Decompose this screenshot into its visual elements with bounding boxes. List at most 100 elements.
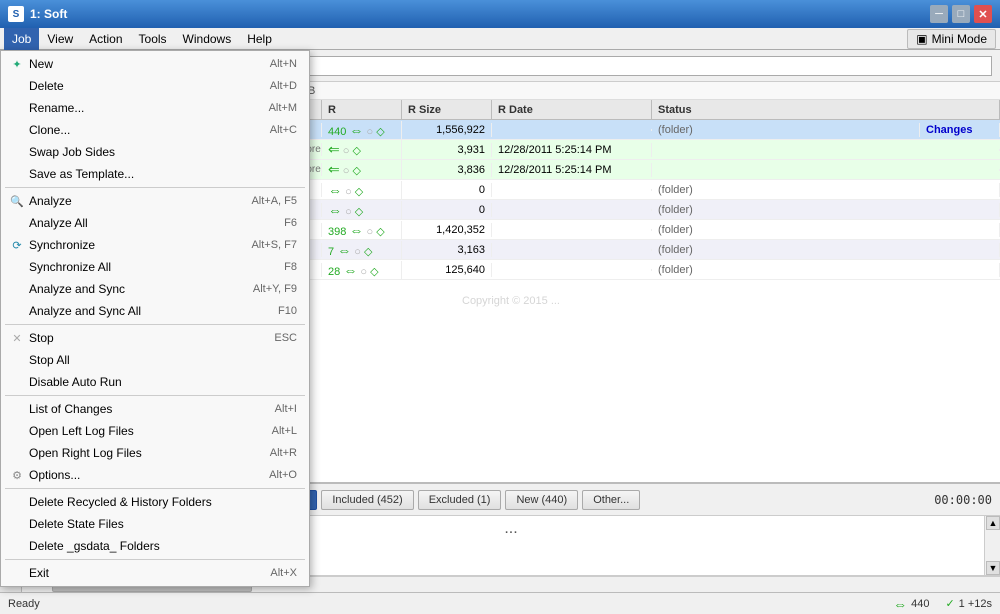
menu-delete[interactable]: Delete Alt+D [1, 75, 309, 97]
status-bar: Ready ⇔ 440 ✓ 1 +12s [0, 592, 1000, 614]
cell-r-date [492, 209, 652, 211]
cell-r-date: 12/28/2011 5:25:14 PM [492, 143, 652, 157]
menu-clone[interactable]: Clone... Alt+C [1, 119, 309, 141]
cell-status: (folder) [652, 203, 1000, 217]
title-bar-left: S 1: Soft [8, 6, 67, 22]
separator-2 [5, 324, 305, 325]
menu-open-right-log[interactable]: Open Right Log Files Alt+R [1, 442, 309, 464]
separator-5 [5, 559, 305, 560]
cell-indicators: ⇐ ○ ◇ [322, 140, 402, 159]
menu-analyze-all[interactable]: Analyze All F6 [1, 212, 309, 234]
checkmark-icon: ✓ [945, 597, 954, 610]
menu-rename[interactable]: Rename... Alt+M [1, 97, 309, 119]
header-status: Status [652, 100, 1000, 119]
cell-r-size: 3,931 [402, 143, 492, 157]
menu-synchronize-all[interactable]: Synchronize All F8 [1, 256, 309, 278]
mini-mode-icon: ▣ [916, 32, 927, 46]
menu-open-left-log[interactable]: Open Left Log Files Alt+L [1, 420, 309, 442]
menu-new[interactable]: ✦ New Alt+N [1, 53, 309, 75]
cell-r-size: 3,836 [402, 163, 492, 177]
scroll-down-button[interactable]: ▼ [986, 561, 1000, 575]
status-right: ⇔ 440 ✓ 1 +12s [893, 596, 992, 612]
cell-status: (folder) [652, 183, 1000, 197]
menu-analyze-sync[interactable]: Analyze and Sync Alt+Y, F9 [1, 278, 309, 300]
cell-status: Changes [920, 123, 1000, 137]
cell-r-date [492, 269, 652, 271]
sync-icon: ⟳ [9, 237, 25, 253]
header-r: R [322, 100, 402, 119]
cell-r-size: 1,420,352 [402, 223, 492, 237]
status-ready: Ready [8, 598, 40, 610]
menu-disable-auto-run[interactable]: Disable Auto Run [1, 371, 309, 393]
menu-delete-gsdata[interactable]: Delete _gsdata_ Folders [1, 535, 309, 557]
menu-delete-state[interactable]: Delete State Files [1, 513, 309, 535]
cell-status: (folder) [652, 263, 1000, 277]
menu-help[interactable]: Help [239, 28, 280, 50]
menu-tools[interactable]: Tools [131, 28, 175, 50]
menu-exit[interactable]: Exit Alt+X [1, 562, 309, 584]
menu-action[interactable]: Action [81, 28, 130, 50]
job-dropdown: ✦ New Alt+N Delete Alt+D Rename... Alt+M… [0, 50, 310, 587]
cell-indicators: ⇔ ○ ◇ [322, 201, 402, 219]
menu-analyze[interactable]: 🔍 Analyze Alt+A, F5 [1, 190, 309, 212]
count-value: 440 [911, 598, 929, 610]
mini-mode-label: Mini Mode [932, 32, 987, 46]
cell-status: (folder) [652, 243, 1000, 257]
menu-save-template[interactable]: Save as Template... [1, 163, 309, 185]
cell-indicators: 7 ⇔ ○ ◇ [322, 241, 402, 259]
header-r-size: R Size [402, 100, 492, 119]
cell-indicators: ⇐ ○ ◇ [322, 160, 402, 179]
menu-stop[interactable]: ✕ Stop ESC [1, 327, 309, 349]
maximize-button[interactable]: □ [952, 5, 970, 23]
status-count: ⇔ 440 [893, 596, 929, 612]
separator-4 [5, 488, 305, 489]
header-r-date: R Date [492, 100, 652, 119]
options-icon: ⚙ [9, 467, 25, 483]
cell-r-date [492, 249, 652, 251]
menu-swap-sides[interactable]: Swap Job Sides [1, 141, 309, 163]
menu-stop-all[interactable]: Stop All [1, 349, 309, 371]
changes-value: 1 +12s [959, 598, 992, 610]
menu-delete-recycled[interactable]: Delete Recycled & History Folders [1, 491, 309, 513]
cell-r: (folder) [652, 123, 920, 137]
cell-indicators: 440 ⇔ ○ ◇ [322, 121, 402, 139]
filter-other[interactable]: Other... [582, 490, 640, 510]
cell-r-size: 3,163 [402, 243, 492, 257]
cell-r-size: 0 [402, 203, 492, 217]
title-bar: S 1: Soft ─ □ ✕ [0, 0, 1000, 28]
cell-indicators: 398 ⇔ ○ ◇ [322, 221, 402, 239]
status-changes: ✓ 1 +12s [945, 596, 992, 612]
menu-synchronize[interactable]: ⟳ Synchronize Alt+S, F7 [1, 234, 309, 256]
close-button[interactable]: ✕ [974, 5, 992, 23]
cell-r-date: 12/28/2011 5:25:14 PM [492, 163, 652, 177]
log-scrollbar[interactable]: ▲ ▼ [984, 516, 1000, 575]
arrows-icon: ⇔ [893, 596, 907, 612]
minimize-button[interactable]: ─ [930, 5, 948, 23]
menu-view[interactable]: View [39, 28, 81, 50]
filter-new[interactable]: New (440) [505, 490, 578, 510]
filter-included[interactable]: Included (452) [321, 490, 413, 510]
title-buttons: ─ □ ✕ [930, 5, 992, 23]
menu-job[interactable]: Job [4, 28, 39, 50]
cell-r-size: 125,640 [402, 263, 492, 277]
menu-options[interactable]: ⚙ Options... Alt+O [1, 464, 309, 486]
cell-status: (folder) [652, 223, 1000, 237]
separator-1 [5, 187, 305, 188]
scroll-up-button[interactable]: ▲ [986, 516, 1000, 530]
time-display: 00:00:00 [934, 493, 992, 507]
window-title: 1: Soft [30, 7, 67, 21]
filter-excluded[interactable]: Excluded (1) [418, 490, 502, 510]
menu-bar: Job View Action Tools Windows Help ▣ Min… [0, 28, 1000, 50]
mini-mode-button[interactable]: ▣ Mini Mode [907, 29, 996, 49]
cell-status [652, 169, 1000, 171]
cell-r-size: 0 [402, 183, 492, 197]
cell-r-date [492, 129, 652, 131]
new-icon: ✦ [9, 56, 25, 72]
cell-indicators: 28 ⇔ ○ ◇ [322, 261, 402, 279]
separator-3 [5, 395, 305, 396]
menu-list-changes[interactable]: List of Changes Alt+I [1, 398, 309, 420]
cell-indicators: ⇔ ○ ◇ [322, 181, 402, 199]
menu-analyze-sync-all[interactable]: Analyze and Sync All F10 [1, 300, 309, 322]
menu-windows[interactable]: Windows [175, 28, 240, 50]
cell-r-date [492, 189, 652, 191]
